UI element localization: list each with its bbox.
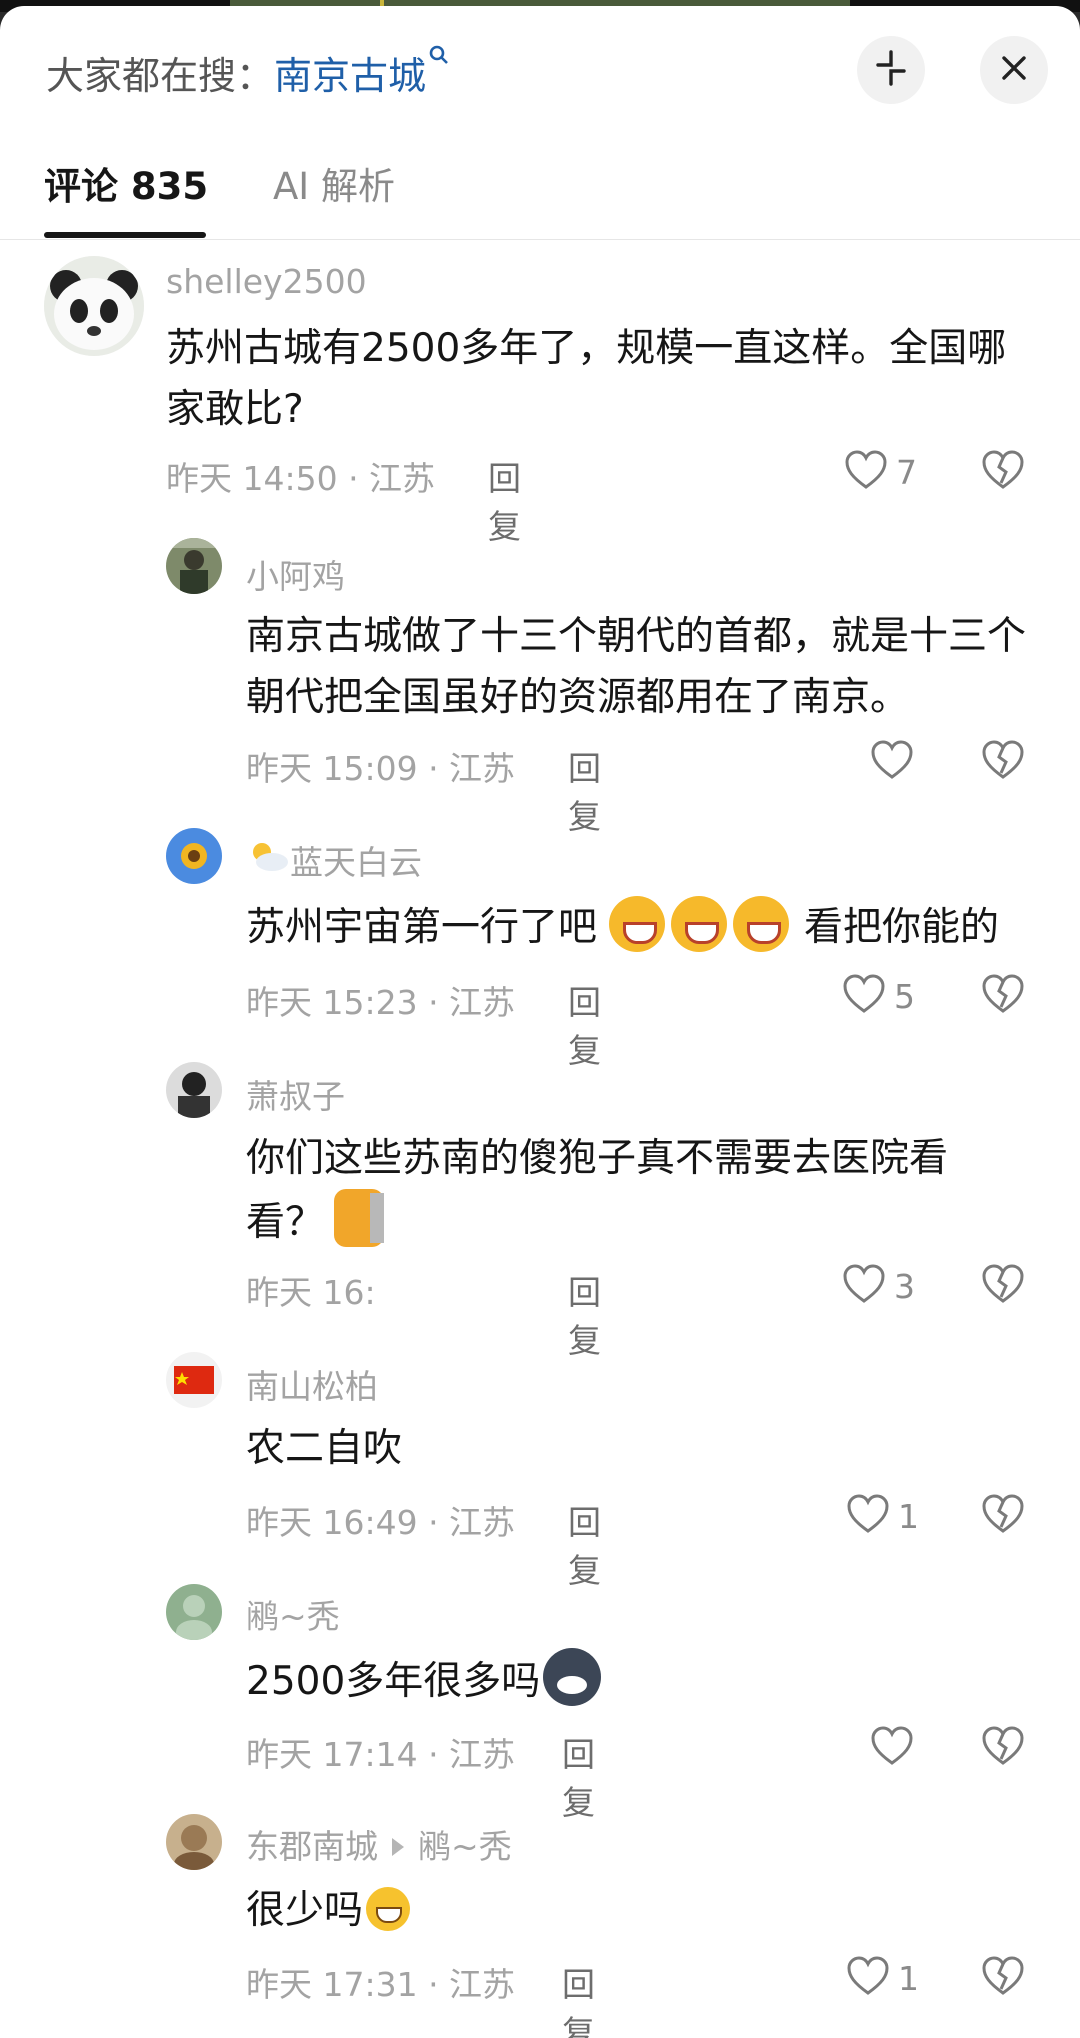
comment-username[interactable]: shelley2500	[166, 262, 367, 301]
dislike-button[interactable]	[981, 740, 1025, 784]
comment-timestamp: 昨天 14:50 · 江苏	[166, 459, 436, 498]
heart-icon	[844, 450, 888, 494]
tab-bar: 评论 835 AI 解析	[0, 136, 1080, 240]
grinning-emoji	[366, 1887, 411, 1931]
broken-heart-icon	[981, 974, 1025, 1018]
reply-button[interactable]: 回复	[568, 976, 601, 1072]
avatar[interactable]	[166, 1814, 222, 1870]
collapse-arrows-icon	[871, 48, 911, 92]
reply-button[interactable]: 回复	[562, 1958, 595, 2038]
like-button[interactable]: 3	[842, 1264, 915, 1308]
broken-heart-icon	[981, 740, 1025, 784]
dislike-button[interactable]	[981, 1956, 1025, 2000]
broken-heart-icon	[981, 1956, 1025, 2000]
trending-search-keyword[interactable]: 南京古城	[274, 45, 426, 100]
close-button[interactable]	[980, 36, 1048, 104]
comment-username[interactable]: 东郡南城 鹇~秃	[246, 1820, 512, 1868]
comment-text-main: 2500多年很多吗	[246, 1659, 541, 1704]
reply-button[interactable]: 回复	[488, 452, 521, 548]
comment-timestamp: 昨天 16:49 · 江苏	[246, 1503, 516, 1542]
close-icon	[999, 53, 1029, 87]
laughing-emoji	[671, 896, 728, 952]
comment-username-text: 东郡南城	[246, 1827, 378, 1866]
avatar[interactable]	[166, 1062, 222, 1118]
trending-search-label: 大家都在搜：	[46, 53, 275, 98]
dislike-button[interactable]	[981, 450, 1025, 494]
comment-timestamp-text: 昨天 16:0	[246, 1273, 397, 1312]
heart-icon	[870, 1726, 914, 1770]
trending-search[interactable]: 大家都在搜： 南京古城	[46, 42, 450, 102]
broken-heart-icon	[981, 1494, 1025, 1538]
comment-text: 农二自吹	[246, 1426, 403, 1471]
collapse-button[interactable]	[857, 36, 925, 104]
tab-ai-analysis[interactable]: AI 解析	[273, 156, 395, 210]
reply-arrow-icon	[392, 1838, 404, 1856]
reply-button[interactable]: 回复	[568, 1266, 601, 1362]
reply-target-username[interactable]: 鹇~秃	[418, 1827, 512, 1866]
comment-sheet: 大家都在搜： 南京古城 评论 835 AI 解析 shelley2500 苏州古…	[0, 6, 1080, 2038]
like-button[interactable]	[870, 740, 922, 784]
laughing-emoji	[609, 896, 666, 952]
dislike-button[interactable]	[981, 974, 1025, 1018]
avatar[interactable]	[166, 538, 222, 594]
comment-text: 很少吗	[246, 1880, 1006, 1941]
like-count: 1	[898, 1958, 919, 1998]
comment-timestamp: 昨天 15:23 · 江苏	[246, 983, 516, 1022]
comment-text: 南京古城做了十三个朝代的首都，就是十三个朝代把全国虽好的资源都用在了南京。	[246, 614, 1027, 720]
cat-emoji	[334, 1189, 385, 1247]
heart-icon	[870, 740, 914, 784]
broken-heart-icon	[981, 450, 1025, 494]
broken-heart-icon	[981, 1726, 1025, 1770]
reply-button[interactable]: 回复	[568, 742, 601, 838]
comment-timestamp: 昨天 17:31 · 江苏	[246, 1965, 516, 2004]
heart-icon	[842, 974, 886, 1018]
comment-username[interactable]: 萧叔子	[246, 1070, 345, 1118]
search-icon	[428, 44, 450, 72]
laughing-emoji	[733, 896, 790, 952]
comment-username-text: 蓝天白云	[290, 843, 422, 882]
like-count: 1	[898, 1496, 919, 1536]
broken-heart-icon	[981, 1264, 1025, 1308]
like-count: 3	[894, 1266, 915, 1306]
avatar[interactable]	[44, 256, 144, 356]
comment-username[interactable]: 南山松柏	[246, 1360, 378, 1408]
comment-username[interactable]: 蓝天白云	[246, 836, 422, 884]
heart-icon	[842, 1264, 886, 1308]
comment-text: 2500多年很多吗	[246, 1648, 1006, 1712]
comment-text: 你们这些苏南的傻狍子真不需要去医院看看？	[246, 1128, 1006, 1253]
like-count: 7	[896, 452, 917, 492]
heart-icon	[846, 1956, 890, 2000]
like-count: 5	[894, 976, 915, 1016]
comment-text: 苏州古城有2500多年了，规模一直这样。全国哪家敢比?	[166, 326, 1007, 432]
comment-username[interactable]: 小阿鸡	[246, 550, 345, 598]
comment-timestamp: 昨天 16:0	[246, 1266, 576, 1314]
like-button[interactable]	[870, 1726, 922, 1770]
active-tab-indicator	[44, 232, 206, 238]
redaction-blur	[376, 1266, 576, 1306]
avatar[interactable]	[166, 828, 222, 884]
tab-comments[interactable]: 评论 835	[44, 156, 208, 210]
sun-cloud-icon	[246, 843, 290, 882]
dislike-button[interactable]	[981, 1264, 1025, 1308]
comment-text-main: 很少吗	[246, 1888, 364, 1933]
like-button[interactable]: 5	[842, 974, 915, 1018]
heart-icon	[846, 1494, 890, 1538]
like-button[interactable]: 1	[846, 1494, 919, 1538]
comment-text: 苏州宇宙第一行了吧 看把你能的	[246, 896, 1046, 958]
comment-timestamp: 昨天 17:14 · 江苏	[246, 1735, 516, 1774]
comment-username[interactable]: 鹇~秃	[246, 1590, 340, 1638]
comment-text-main: 苏州宇宙第一行了吧	[246, 905, 598, 950]
dislike-button[interactable]	[981, 1726, 1025, 1770]
avatar[interactable]	[166, 1352, 222, 1408]
avatar[interactable]	[166, 1584, 222, 1640]
comment-text-after: 看把你能的	[804, 905, 1000, 950]
dog-emoji	[543, 1648, 602, 1706]
like-button[interactable]: 1	[846, 1956, 919, 2000]
like-button[interactable]: 7	[844, 450, 917, 494]
reply-button[interactable]: 回复	[562, 1728, 595, 1824]
reply-button[interactable]: 回复	[568, 1496, 601, 1592]
dislike-button[interactable]	[981, 1494, 1025, 1538]
comment-timestamp: 昨天 15:09 · 江苏	[246, 749, 516, 788]
